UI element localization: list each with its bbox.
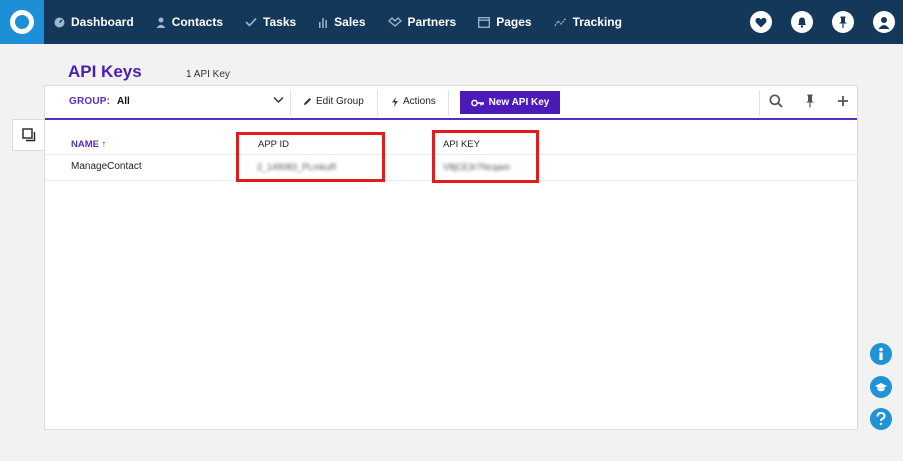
column-header-name[interactable]: NAME ↑	[71, 139, 106, 150]
pencil-icon	[304, 98, 311, 105]
main-nav: Dashboard Contacts Tasks Sales Partners …	[54, 0, 644, 44]
group-select[interactable]: All	[117, 96, 130, 107]
new-api-key-button[interactable]: New API Key	[460, 91, 560, 114]
add-icon[interactable]	[837, 94, 849, 108]
toolbar-divider	[448, 90, 449, 116]
nav-pages-label: Pages	[496, 15, 532, 29]
speedometer-icon	[54, 17, 65, 27]
heart-icon[interactable]	[750, 11, 772, 33]
api-key-highlight-box	[432, 130, 539, 183]
toolbar-divider	[377, 90, 378, 116]
pin-icon[interactable]	[805, 94, 815, 108]
user-avatar-icon[interactable]	[873, 11, 895, 33]
toolbar: GROUP: All Edit Group Actions New API Ke…	[45, 86, 857, 120]
app-logo[interactable]	[0, 0, 44, 44]
new-api-key-label: New API Key	[488, 97, 550, 108]
row-name[interactable]: ManageContact	[71, 161, 142, 172]
graduation-cap-icon[interactable]	[870, 376, 892, 398]
nav-partners[interactable]: Partners	[387, 15, 457, 29]
handshake-icon	[387, 17, 402, 27]
nav-dashboard-label: Dashboard	[71, 15, 134, 29]
nav-dashboard[interactable]: Dashboard	[54, 15, 134, 29]
lightning-icon	[392, 96, 398, 107]
group-label: GROUP:	[69, 96, 111, 107]
edit-group-button[interactable]: Edit Group	[303, 96, 364, 107]
app-id-highlight-box	[236, 132, 385, 182]
check-icon	[245, 17, 257, 27]
info-icon[interactable]	[870, 343, 892, 365]
question-icon[interactable]	[870, 408, 892, 430]
browser-icon	[478, 16, 491, 28]
topbar-right-icons	[731, 0, 895, 44]
api-keys-panel: GROUP: All Edit Group Actions New API Ke…	[44, 85, 858, 430]
search-icon[interactable]	[769, 94, 783, 108]
actions-button[interactable]: Actions	[391, 96, 436, 107]
page-title: API Keys	[68, 62, 142, 81]
toolbar-divider	[290, 90, 291, 116]
nav-tasks-label: Tasks	[263, 15, 297, 29]
toolbar-divider	[759, 90, 760, 116]
logo-ring-icon	[10, 10, 34, 34]
person-icon	[156, 17, 166, 28]
nav-contacts-label: Contacts	[171, 15, 224, 29]
actions-label: Actions	[403, 96, 436, 107]
key-icon	[470, 99, 484, 106]
bell-icon[interactable]	[791, 11, 813, 33]
view-toggle-button[interactable]	[12, 119, 44, 151]
nav-pages[interactable]: Pages	[478, 15, 532, 29]
edit-group-label: Edit Group	[316, 96, 364, 107]
nav-contacts[interactable]: Contacts	[156, 15, 223, 29]
pin-icon[interactable]	[832, 11, 854, 33]
nav-sales-label: Sales	[334, 15, 366, 29]
nav-sales[interactable]: Sales	[318, 15, 366, 29]
api-key-count: 1 API Key	[186, 69, 230, 80]
bar-chart-icon	[319, 17, 328, 28]
nav-tracking-label: Tracking	[572, 15, 622, 29]
top-navbar: Dashboard Contacts Tasks Sales Partners …	[0, 0, 903, 44]
nav-tracking[interactable]: Tracking	[554, 15, 622, 29]
chevron-down-icon[interactable]	[273, 96, 284, 104]
copy-view-icon	[21, 128, 35, 142]
nav-partners-label: Partners	[407, 15, 457, 29]
trend-line-icon	[554, 17, 567, 27]
nav-tasks[interactable]: Tasks	[245, 15, 296, 29]
